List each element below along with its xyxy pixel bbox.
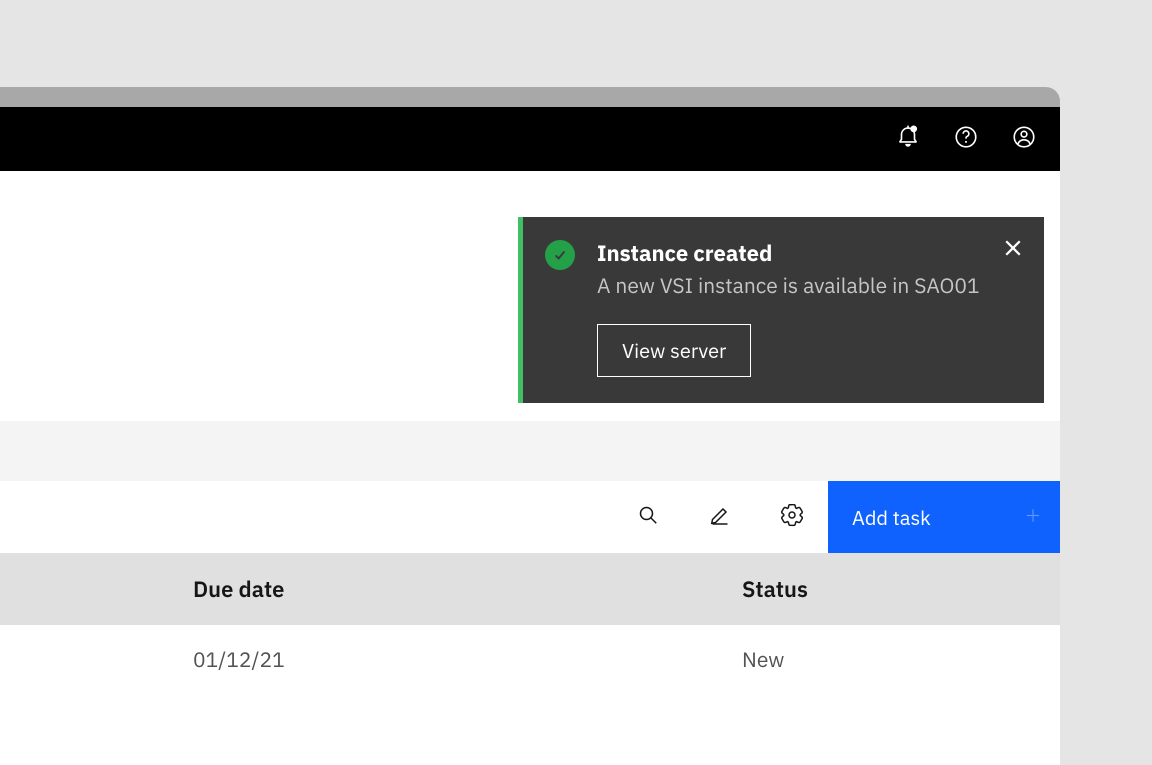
cell-status: New bbox=[742, 645, 1060, 673]
header-due-date: Due date bbox=[0, 575, 742, 604]
settings-button[interactable] bbox=[756, 481, 828, 553]
edit-button[interactable] bbox=[684, 481, 756, 553]
notification-message: A new VSI instance is available in SAO01 bbox=[597, 271, 1022, 300]
user-account-button[interactable] bbox=[1008, 123, 1040, 155]
subheader-region bbox=[0, 421, 1060, 481]
header-status: Status bbox=[742, 575, 1060, 604]
search-icon bbox=[636, 503, 660, 532]
notification-title: Instance created bbox=[597, 239, 1022, 268]
toast-notification: Instance created A new VSI instance is a… bbox=[518, 217, 1044, 403]
help-button[interactable] bbox=[950, 123, 982, 155]
bell-icon bbox=[895, 124, 921, 155]
close-icon bbox=[1004, 242, 1022, 262]
top-navigation-bar bbox=[0, 107, 1060, 171]
gear-icon bbox=[780, 503, 804, 532]
notification-close-button[interactable] bbox=[1004, 239, 1022, 262]
notifications-button[interactable] bbox=[892, 123, 924, 155]
window-titlebar bbox=[0, 87, 1060, 107]
edit-icon bbox=[708, 503, 732, 532]
application-window: Add task Due date Status 01/12/21 New bbox=[0, 87, 1060, 765]
search-button[interactable] bbox=[612, 481, 684, 553]
add-task-label: Add task bbox=[852, 504, 931, 531]
table-header-row: Due date Status bbox=[0, 553, 1060, 625]
table-row[interactable]: 01/12/21 New bbox=[0, 625, 1060, 693]
plus-icon bbox=[1024, 504, 1042, 531]
add-task-button[interactable]: Add task bbox=[828, 481, 1060, 553]
user-icon bbox=[1011, 124, 1037, 155]
cell-due-date: 01/12/21 bbox=[0, 645, 742, 673]
checkmark-filled-icon bbox=[545, 240, 575, 270]
table-toolbar: Add task bbox=[0, 481, 1060, 553]
help-icon bbox=[953, 124, 979, 155]
notification-action-button[interactable]: View server bbox=[597, 324, 751, 377]
